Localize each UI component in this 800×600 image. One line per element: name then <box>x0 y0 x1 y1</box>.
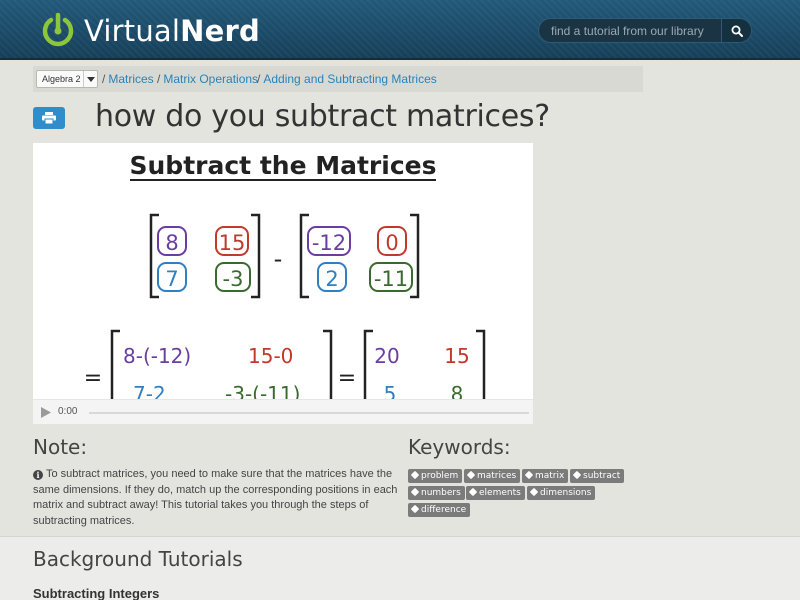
keyword-tag[interactable]: dimensions <box>527 486 596 500</box>
result-cell: 20 <box>374 344 399 368</box>
tag-icon <box>524 470 534 480</box>
work-cell: 15-0 <box>248 344 293 368</box>
tag-icon <box>466 470 476 480</box>
matrix-a-cell: 15 <box>219 231 246 255</box>
tag-icon <box>410 470 420 480</box>
video-progress-bar[interactable] <box>89 412 529 414</box>
breadcrumb-link-adding-subtracting[interactable]: Adding and Subtracting Matrices <box>263 72 436 86</box>
search-icon <box>731 25 743 37</box>
play-icon[interactable] <box>41 407 51 418</box>
brand-name-light: Virtual <box>84 14 181 48</box>
brand-logo[interactable]: VirtualNerd <box>84 14 260 48</box>
breadcrumb-item: / Matrices <box>102 72 154 86</box>
equals-sign: = <box>338 366 356 391</box>
video-lesson-image: Subtract the Matrices 8 15 7 -3 - -12 0 <box>33 143 533 399</box>
keyword-tag[interactable]: problem <box>408 469 463 483</box>
breadcrumb-link-matrices[interactable]: Matrices <box>108 72 153 86</box>
keyword-tag[interactable]: matrices <box>464 469 521 483</box>
breadcrumb-link-matrix-operations[interactable]: Matrix Operations <box>163 72 258 86</box>
work-cell: -3-(-11) <box>225 382 300 399</box>
breadcrumb-item: / Adding and Subtracting Matrices <box>257 72 437 86</box>
course-select-value: Algebra 2 <box>42 74 81 84</box>
tag-icon <box>410 504 420 514</box>
result-cell: 8 <box>451 382 464 399</box>
course-select[interactable]: Algebra 2 <box>36 70 98 88</box>
tag-icon <box>529 487 539 497</box>
page-title: how do you subtract matrices? <box>95 99 550 134</box>
search-input[interactable] <box>539 19 723 42</box>
work-cell: 7-2 <box>133 382 166 399</box>
matrix-a-cell: 8 <box>165 231 178 255</box>
matrix-a-cell: -3 <box>223 267 244 291</box>
background-tutorial-link[interactable]: Subtracting Integers <box>33 586 159 600</box>
site-header: VirtualNerd <box>0 0 800 60</box>
print-icon <box>42 112 56 124</box>
keyword-tag[interactable]: subtract <box>570 469 625 483</box>
breadcrumb-item: / Matrix Operations <box>157 72 259 86</box>
keywords-title: Keywords: <box>408 435 511 459</box>
search-button[interactable] <box>721 19 751 42</box>
keyword-tag[interactable]: difference <box>408 503 471 517</box>
video-heading: Subtract the Matrices <box>130 151 437 180</box>
matrix-b-cell: 2 <box>325 267 338 291</box>
chevron-down-icon <box>83 71 97 87</box>
note-title: Note: <box>33 435 88 459</box>
matrix-b-cell: -11 <box>374 267 408 291</box>
power-icon[interactable] <box>40 12 76 48</box>
brand-name-bold: Nerd <box>180 14 260 48</box>
breadcrumb: Algebra 2 /Matrices / Matrix Operations /… <box>33 66 643 92</box>
print-button[interactable] <box>33 107 65 129</box>
work-cell: 8-(-12) <box>123 344 191 368</box>
background-tutorials-section: Background Tutorials Subtracting Integer… <box>0 536 800 600</box>
video-frame[interactable]: Subtract the Matrices 8 15 7 -3 - -12 0 <box>33 143 533 399</box>
keyword-tag[interactable]: matrix <box>522 469 569 483</box>
matrix-b-cell: -12 <box>312 231 346 255</box>
tag-icon <box>572 470 582 480</box>
matrix-a-cell: 7 <box>165 267 178 291</box>
minus-sign: - <box>274 245 283 273</box>
note-text-block: i To subtract matrices, you need to make … <box>33 467 403 529</box>
keyword-tag[interactable]: elements <box>466 486 525 500</box>
video-controls: 0:00 <box>33 399 533 424</box>
result-cell: 5 <box>384 382 397 399</box>
video-player[interactable]: Subtract the Matrices 8 15 7 -3 - -12 0 <box>33 143 533 424</box>
tag-icon <box>410 487 420 497</box>
tag-icon <box>468 487 478 497</box>
equals-sign: = <box>84 366 102 391</box>
search-box <box>538 18 752 43</box>
keyword-tag[interactable]: numbers <box>408 486 465 500</box>
note-text: To subtract matrices, you need to make s… <box>33 468 398 527</box>
info-icon: i <box>33 470 43 480</box>
video-time: 0:00 <box>58 406 78 417</box>
matrix-b-cell: 0 <box>385 231 398 255</box>
background-tutorials-title: Background Tutorials <box>33 547 243 571</box>
result-cell: 15 <box>444 344 469 368</box>
